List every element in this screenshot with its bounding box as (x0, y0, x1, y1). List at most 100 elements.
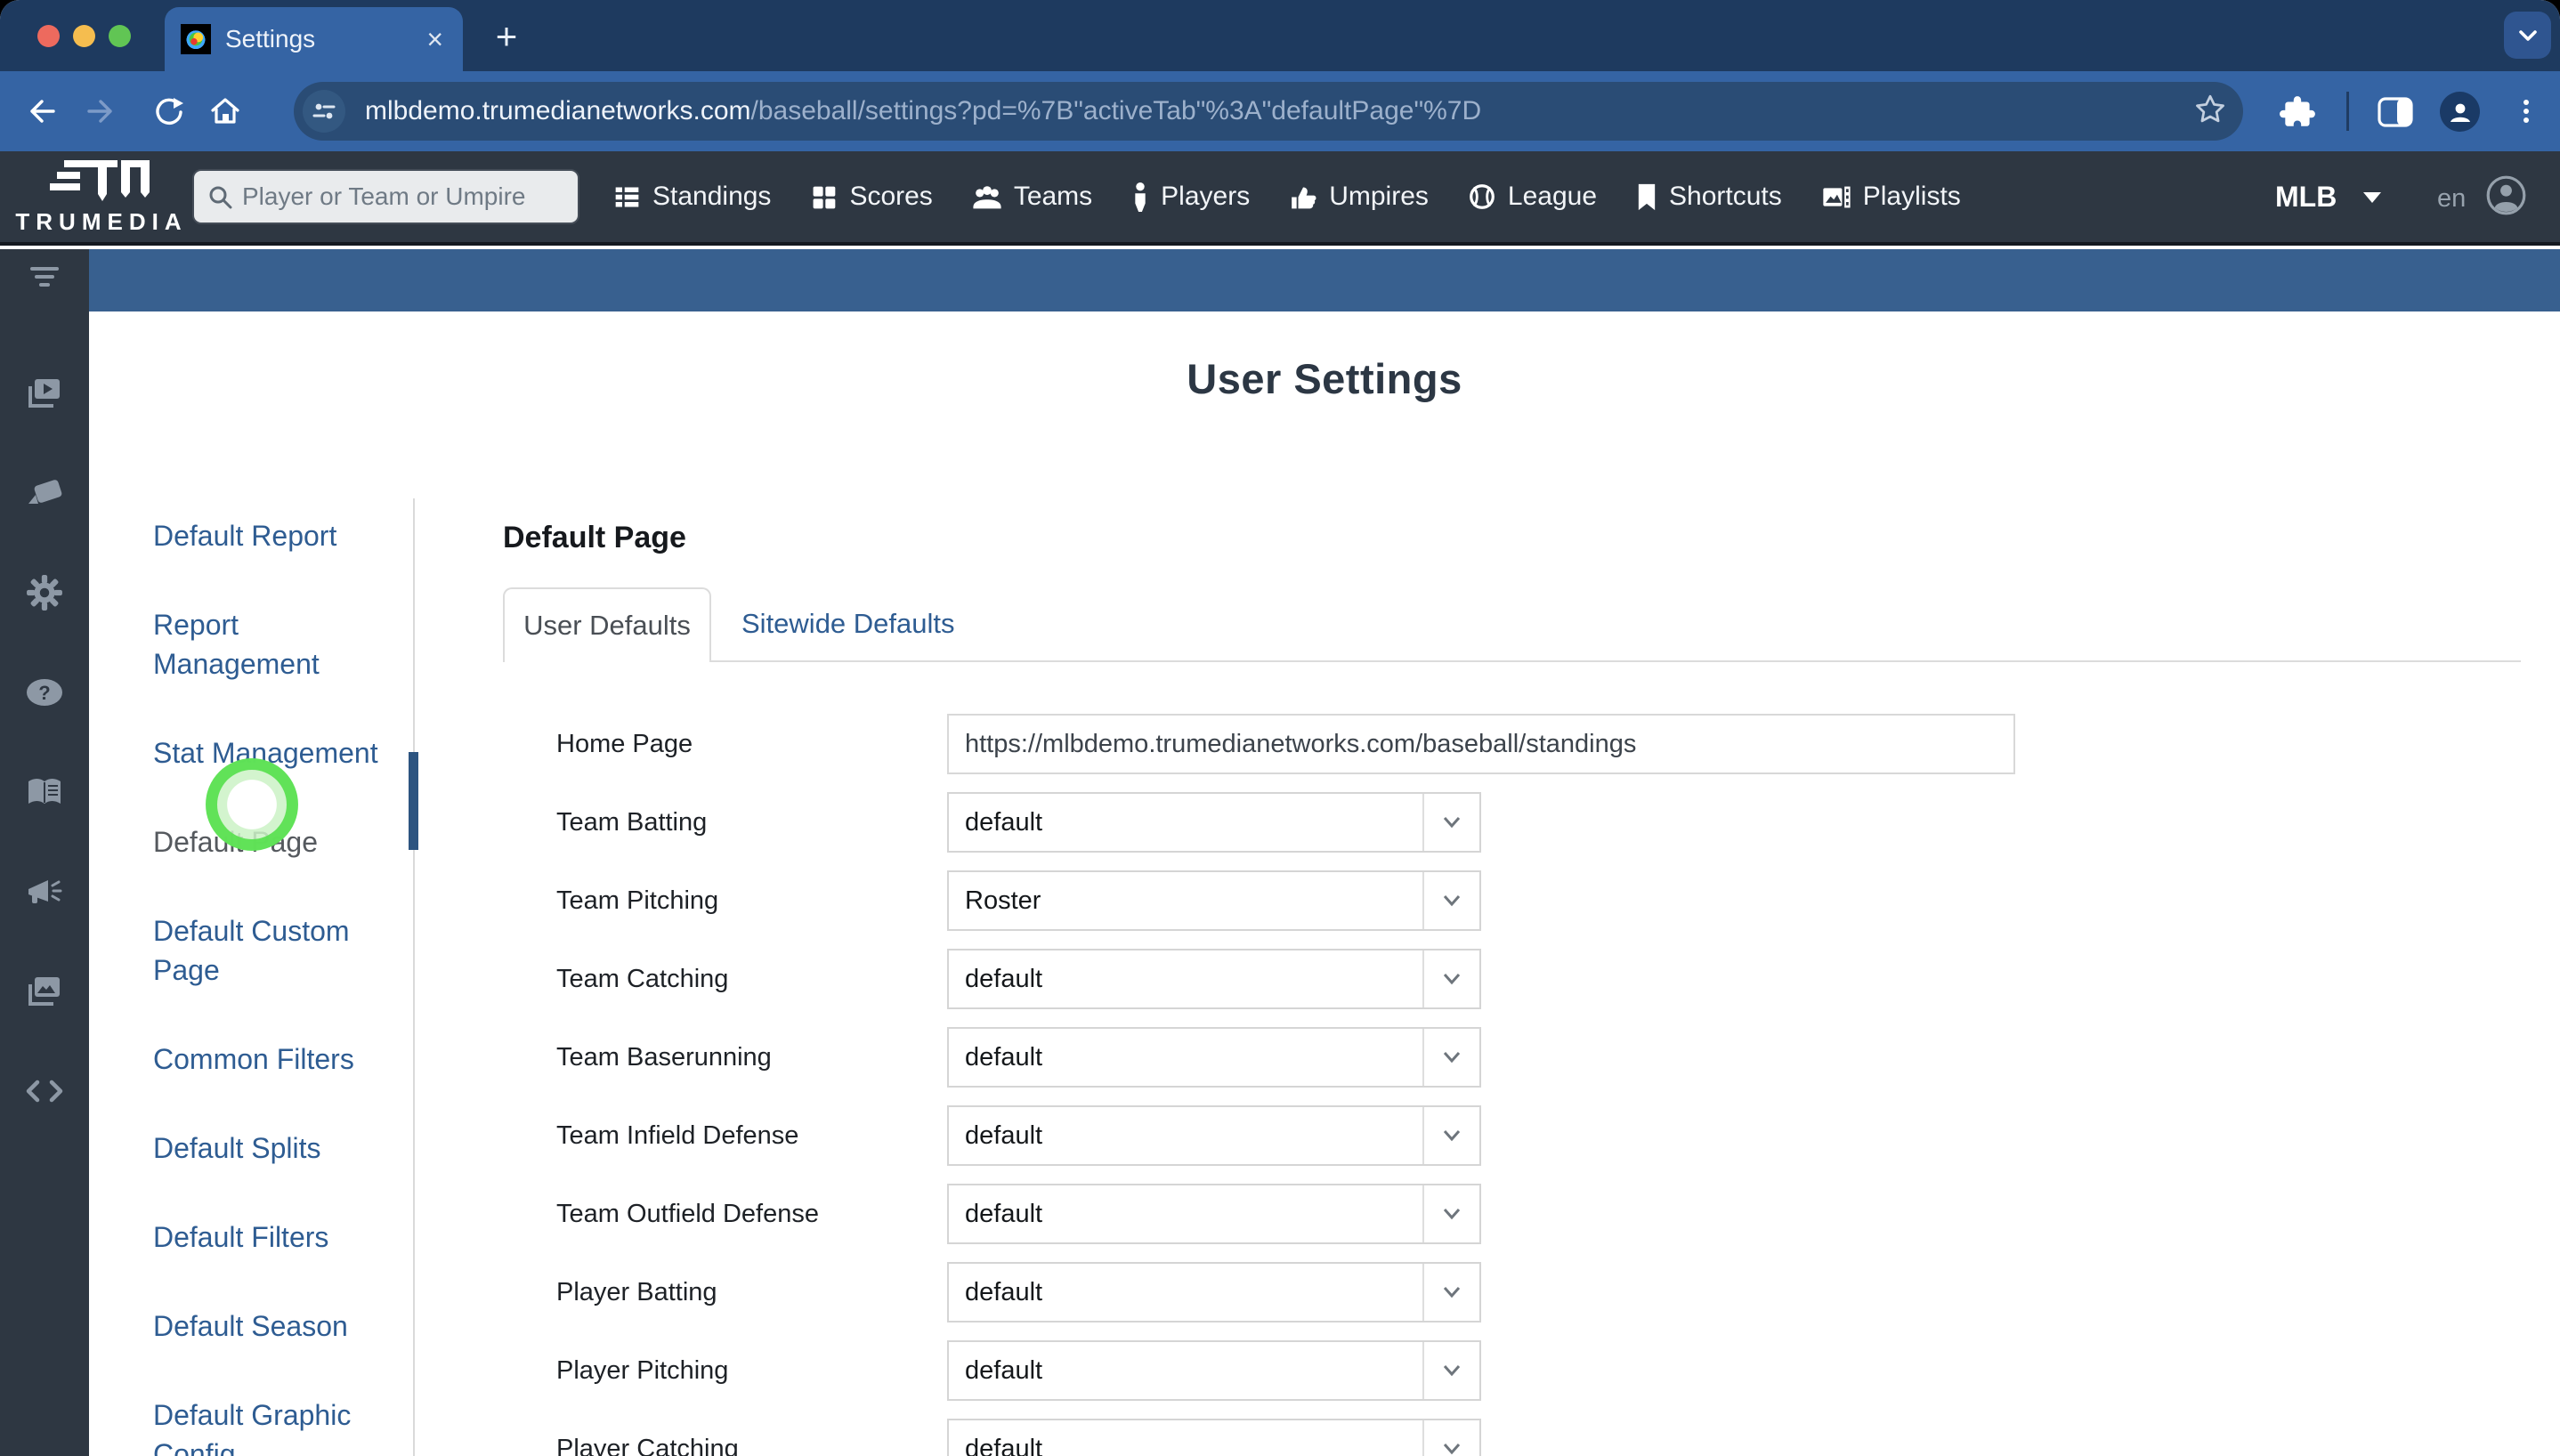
new-tab-button[interactable]: + (486, 15, 527, 57)
standings-icon (615, 187, 639, 206)
nav-teams[interactable]: Teams (971, 182, 1092, 212)
page-banner (89, 249, 2560, 311)
team-baserunning-select[interactable]: default (947, 1027, 1481, 1088)
bookmark-button[interactable] (2193, 93, 2227, 131)
video-library-rail-button[interactable] (25, 374, 64, 413)
nav-league[interactable]: League (1467, 182, 1597, 212)
field-label: Home Page (556, 729, 693, 758)
field-label: Team Batting (556, 807, 708, 837)
reload-button[interactable] (151, 95, 183, 127)
tab-favicon (181, 24, 211, 54)
player-catching-select[interactable]: default (947, 1419, 1481, 1456)
form-row-home-page: Home Page (503, 714, 2560, 774)
glossary-rail-button[interactable] (25, 772, 64, 812)
search-icon (209, 186, 232, 209)
select-value: default (965, 964, 1043, 993)
player-batting-select[interactable]: default (947, 1262, 1481, 1323)
media-gallery-rail-button[interactable] (25, 972, 64, 1011)
team-catching-select[interactable]: default (947, 949, 1481, 1009)
menu-item-default-graphic-config[interactable]: Default Graphic Config (153, 1395, 402, 1456)
nav-umpires[interactable]: Umpires (1288, 182, 1429, 212)
nav-standings[interactable]: Standings (612, 182, 771, 212)
home-button[interactable] (209, 95, 241, 127)
nav-label: Standings (652, 182, 772, 211)
select-value: default (965, 1434, 1043, 1456)
filter-icon (30, 267, 59, 287)
url-text[interactable]: mlbdemo.trumedianetworks.com/baseball/se… (365, 96, 2193, 126)
chevron-down-icon (1443, 1287, 1461, 1298)
browser-tab-settings[interactable]: Settings × (165, 7, 463, 71)
url-domain: mlbdemo.trumedianetworks.com (365, 96, 751, 125)
language-indicator[interactable]: en (2437, 184, 2466, 214)
chevron-down-icon (1443, 895, 1461, 907)
global-search[interactable] (192, 169, 579, 224)
menu-item-default-report[interactable]: Default Report (153, 516, 402, 555)
settings-rail-button[interactable] (25, 573, 64, 612)
profile-avatar-icon (2450, 103, 2470, 122)
team-pitching-select[interactable]: Roster (947, 870, 1481, 931)
code-rail-button[interactable] (25, 1072, 64, 1111)
field-label: Player Catching (556, 1434, 739, 1456)
nav-shortcuts[interactable]: Shortcuts (1635, 182, 1782, 212)
spray-cards-icon (28, 480, 62, 504)
chevron-down-icon (1443, 1130, 1461, 1142)
league-selector[interactable]: MLB (2275, 181, 2382, 214)
tabs-underline (503, 660, 2521, 662)
tab-search-button[interactable] (2504, 12, 2551, 59)
help-icon: ? (27, 679, 62, 706)
home-page-input[interactable] (947, 714, 2015, 774)
tab-user-defaults[interactable]: User Defaults (503, 587, 711, 662)
help-rail-button[interactable]: ? (25, 673, 64, 712)
zoom-window-button[interactable] (109, 25, 131, 47)
browser-window: Settings × + mlbdemo.trumedianetworks.co… (0, 0, 2560, 1456)
site-settings-button[interactable] (303, 90, 345, 133)
announcements-rail-button[interactable] (25, 872, 64, 911)
form-row-player-batting: Player Batting default (503, 1262, 2560, 1323)
nav-players[interactable]: Players (1130, 182, 1250, 212)
puzzle-icon (2280, 96, 2315, 126)
browser-profile-button[interactable] (2440, 92, 2480, 132)
active-menu-indicator (409, 752, 418, 850)
close-window-button[interactable] (37, 25, 60, 47)
nav-playlists[interactable]: Playlists (1820, 182, 1961, 212)
select-chevron (1422, 1185, 1479, 1242)
menu-item-common-filters[interactable]: Common Filters (153, 1039, 402, 1079)
trumedia-logo[interactable]: TRUMEDIA (15, 158, 182, 236)
cards-rail-button[interactable] (25, 473, 64, 513)
menu-item-default-season[interactable]: Default Season (153, 1306, 402, 1346)
form-row-team-batting: Team Batting default (503, 792, 2560, 853)
forward-button[interactable] (86, 95, 118, 127)
form-row-team-pitching: Team Pitching Roster (503, 870, 2560, 931)
side-panel-button[interactable] (2377, 94, 2414, 130)
star-icon (2196, 94, 2224, 122)
team-outfield-defense-select[interactable]: default (947, 1184, 1481, 1244)
menu-item-default-filters[interactable]: Default Filters (153, 1217, 402, 1257)
field-label: Player Batting (556, 1277, 717, 1306)
select-chevron (1422, 1107, 1479, 1164)
league-baseball-icon (1470, 184, 1495, 209)
tab-sitewide-defaults[interactable]: Sitewide Defaults (741, 587, 955, 660)
app-header: TRUMEDIA Standings Scores Teams Players (0, 151, 2560, 246)
megaphone-icon (28, 880, 62, 903)
url-bar[interactable]: mlbdemo.trumedianetworks.com/baseball/se… (294, 82, 2243, 141)
filters-rail-button[interactable] (25, 258, 64, 297)
gear-icon (27, 575, 62, 611)
close-tab-icon[interactable]: × (426, 25, 443, 53)
menu-item-report-management[interactable]: Report Management (153, 605, 402, 684)
browser-menu-button[interactable] (2510, 95, 2542, 127)
player-pitching-select[interactable]: default (947, 1340, 1481, 1401)
extensions-button[interactable] (2280, 93, 2317, 131)
nav-scores[interactable]: Scores (809, 182, 933, 212)
menu-item-default-custom-page[interactable]: Default Custom Page (153, 911, 402, 990)
account-button[interactable] (2485, 174, 2527, 221)
back-button[interactable] (24, 95, 56, 127)
menu-item-default-splits[interactable]: Default Splits (153, 1128, 402, 1168)
minimize-window-button[interactable] (73, 25, 95, 47)
search-input[interactable] (242, 182, 554, 211)
field-label: Team Baserunning (556, 1042, 772, 1072)
chevron-down-icon (1443, 1444, 1461, 1455)
team-infield-defense-select[interactable]: default (947, 1105, 1481, 1166)
select-value: default (965, 1120, 1043, 1150)
defaults-tabs: User Defaults Sitewide Defaults (503, 587, 2521, 662)
team-batting-select[interactable]: default (947, 792, 1481, 853)
